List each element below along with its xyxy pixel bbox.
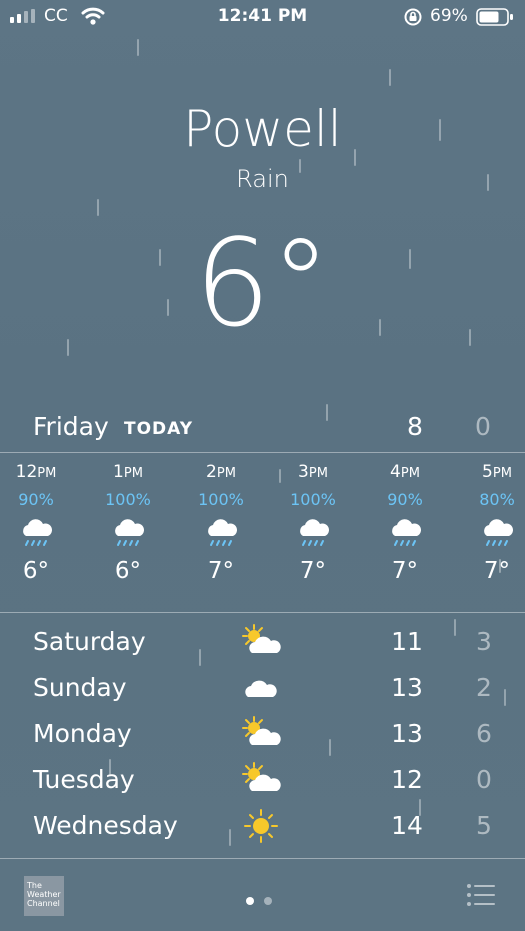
current-temperature: 6°	[194, 215, 331, 354]
hourly-item: 3PM 100% 7°	[273, 462, 353, 584]
today-day-label: Friday	[33, 412, 109, 441]
divider	[0, 858, 525, 859]
day-high: 12	[391, 765, 423, 794]
battery-icon	[476, 8, 513, 26]
precip-chance: 100%	[198, 490, 244, 509]
hour-label: 12PM	[15, 462, 57, 482]
hour-label: 2PM	[206, 462, 236, 482]
day-low: 5	[476, 811, 492, 840]
hour-temp: 7°	[299, 558, 327, 584]
hourly-item: 1PM 100% 6°	[88, 462, 168, 584]
logo-text: The Weather Channel	[27, 881, 61, 908]
partly-sunny-icon	[240, 761, 284, 803]
sun-icon	[240, 807, 284, 849]
bottom-toolbar: The Weather Channel	[0, 860, 525, 931]
day-name: Monday	[33, 719, 132, 748]
hour-label: 1PM	[113, 462, 143, 482]
hourly-forecast-strip[interactable]: 12PM 90% 6° 1PM 100% 6° 2PM 100% 7° 3PM …	[0, 462, 525, 602]
rain-cloud-icon	[273, 516, 353, 550]
page-dot-active	[246, 897, 254, 905]
precip-chance: 80%	[479, 490, 515, 509]
precip-chance: 100%	[105, 490, 151, 509]
rain-cloud-icon	[181, 516, 261, 550]
current-condition: Rain	[236, 165, 289, 193]
rain-cloud-icon	[365, 516, 445, 550]
daily-row: Monday 13 6	[0, 713, 525, 757]
daily-row: Sunday 13 2	[0, 667, 525, 711]
status-bar: CC 12:41 PM 69%	[0, 0, 525, 34]
partly-sunny-icon	[240, 623, 284, 665]
day-low: 2	[476, 673, 492, 702]
day-name: Saturday	[33, 627, 146, 656]
day-high: 14	[391, 811, 423, 840]
hour-temp: 7°	[391, 558, 419, 584]
hourly-item: 2PM 100% 7°	[181, 462, 261, 584]
day-high: 13	[391, 673, 423, 702]
daily-row: Wednesday 14 5	[0, 805, 525, 849]
hour-temp: 7°	[207, 558, 235, 584]
today-low: 0	[475, 412, 491, 441]
divider	[0, 612, 525, 613]
daily-row: Saturday 11 3	[0, 621, 525, 665]
precip-chance: 90%	[18, 490, 54, 509]
hour-label: 3PM	[298, 462, 328, 482]
daily-row: Tuesday 12 0	[0, 759, 525, 803]
cloud-icon	[240, 669, 284, 711]
day-name: Wednesday	[33, 811, 178, 840]
rain-cloud-icon	[457, 516, 525, 550]
hour-temp: 7°	[483, 558, 511, 584]
hourly-item: 12PM 90% 6°	[0, 462, 76, 584]
partly-sunny-icon	[240, 715, 284, 757]
battery-percentage: 69%	[430, 6, 468, 26]
hour-temp: 6°	[22, 558, 50, 584]
rain-cloud-icon	[0, 516, 76, 550]
today-tag: TODAY	[124, 419, 193, 439]
rain-cloud-icon	[88, 516, 168, 550]
page-indicator[interactable]	[246, 890, 282, 909]
today-high: 8	[407, 412, 423, 441]
weather-channel-logo[interactable]: The Weather Channel	[24, 876, 64, 916]
divider	[0, 452, 525, 453]
day-low: 6	[476, 719, 492, 748]
rotation-lock-icon	[404, 8, 422, 26]
day-low: 3	[476, 627, 492, 656]
list-icon[interactable]	[466, 883, 496, 907]
day-low: 0	[476, 765, 492, 794]
precip-chance: 100%	[290, 490, 336, 509]
day-name: Tuesday	[33, 765, 135, 794]
page-dot	[264, 897, 272, 905]
hourly-item: 4PM 90% 7°	[365, 462, 445, 584]
day-high: 11	[391, 627, 423, 656]
day-high: 13	[391, 719, 423, 748]
city-name: Powell	[183, 100, 342, 158]
day-name: Sunday	[33, 673, 127, 702]
hour-temp: 6°	[114, 558, 142, 584]
precip-chance: 90%	[387, 490, 423, 509]
today-summary-row: Friday TODAY 8 0	[0, 408, 525, 450]
hourly-item: 5PM 80% 7°	[457, 462, 525, 584]
hour-label: 5PM	[482, 462, 512, 482]
hour-label: 4PM	[390, 462, 420, 482]
